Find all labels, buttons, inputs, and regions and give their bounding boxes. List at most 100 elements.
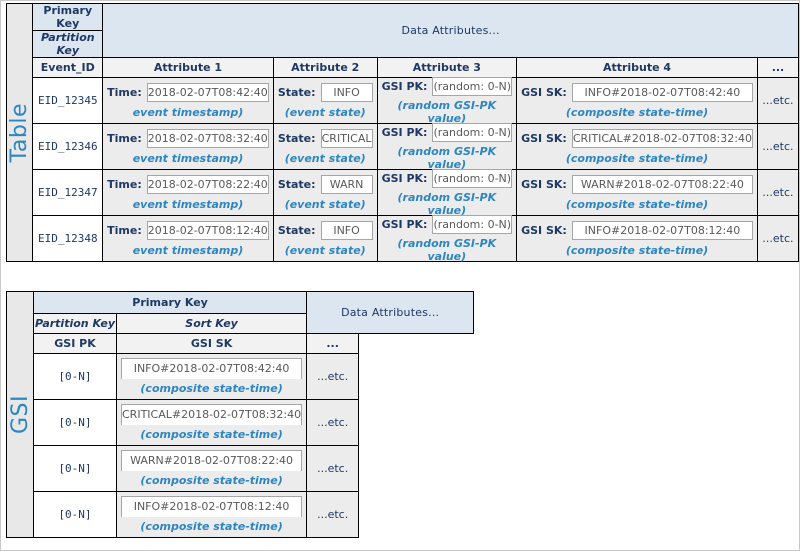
- header-attribute-4: Attribute 4: [516, 57, 758, 78]
- value-gsi-pk: (random: 0-N): [432, 76, 513, 96]
- gsi-header-row-columns: GSI PK GSI SK ...: [7, 333, 474, 354]
- label-state: State:: [277, 86, 316, 99]
- caption-gsi-sk: (composite state-time): [565, 106, 709, 119]
- gsi-row-spacer: [358, 353, 474, 400]
- cell-attribute-2: State: INFO (event state): [272, 77, 378, 124]
- caption-state: (event state): [284, 244, 366, 257]
- value-gsi-sk: INFO#2018-02-07T08:42:40: [571, 83, 753, 102]
- value-state: WARN: [320, 175, 373, 194]
- table-diagram: Table Primary Key Data Attributes... Par…: [5, 3, 800, 263]
- table-side-label: Table: [7, 102, 33, 163]
- table-side-label-cell: Table: [5, 3, 34, 262]
- gsi-row-spacer: [358, 491, 474, 538]
- cell-attribute-1: Time: 2018-02-07T08:12:40 event timestam…: [102, 215, 274, 262]
- cell-attribute-1: Time: 2018-02-07T08:32:40 event timestam…: [102, 123, 274, 170]
- cell-more: ...etc.: [756, 123, 800, 170]
- gsi-row: [0-N] INFO#2018-02-07T08:12:40 (composit…: [7, 491, 474, 538]
- cell-attribute-4: GSI SK: WARN#2018-02-07T08:22:40 (compos…: [516, 169, 758, 216]
- table-row: EID_12345 Time: 2018-02-07T08:42:40 even…: [7, 76, 800, 125]
- cell-attribute-3: GSI PK: (random: 0-N) (random GSI-PK val…: [376, 76, 518, 125]
- gsi-caption-sk: (composite state-time): [140, 428, 283, 441]
- table-row: EID_12348 Time: 2018-02-07T08:12:40 even…: [7, 214, 800, 263]
- cell-attribute-4: GSI SK: INFO#2018-02-07T08:42:40 (compos…: [516, 77, 758, 124]
- caption-gsi-sk: (composite state-time): [565, 244, 709, 257]
- gsi-header-more-columns: ...: [306, 333, 360, 354]
- value-gsi-pk: (random: 0-N): [432, 122, 513, 142]
- caption-gsi-sk: (composite state-time): [565, 198, 709, 211]
- cell-more: ...etc.: [756, 215, 800, 262]
- gsi-table: GSI Primary Key Data Attributes... Parti…: [6, 291, 475, 538]
- value-gsi-pk: (random: 0-N): [432, 168, 513, 188]
- cell-attribute-4: GSI SK: INFO#2018-02-07T08:12:40 (compos…: [516, 215, 758, 262]
- gsi-row-spacer: [358, 445, 474, 492]
- gsi-header-sort-key: Sort Key: [115, 313, 308, 334]
- header-data-attributes: Data Attributes...: [102, 3, 799, 58]
- label-time: Time:: [107, 224, 142, 237]
- label-state: State:: [277, 178, 316, 191]
- gsi-header-data-attributes: Data Attributes...: [306, 291, 475, 334]
- table-row: EID_12346 Time: 2018-02-07T08:32:40 even…: [7, 122, 800, 171]
- gsi-row: [0-N] WARN#2018-02-07T08:22:40 (composit…: [7, 445, 474, 492]
- cell-attribute-2: State: WARN (event state): [272, 169, 378, 216]
- cell-event-id: EID_12346: [32, 123, 104, 170]
- caption-timestamp: event timestamp): [132, 152, 244, 165]
- cell-attribute-1: Time: 2018-02-07T08:22:40 event timestam…: [102, 169, 274, 216]
- value-gsi-sk: CRITICAL#2018-02-07T08:32:40: [571, 129, 753, 148]
- gsi-header-gsi-sk: GSI SK: [115, 333, 308, 354]
- caption-timestamp: event timestamp): [132, 244, 244, 257]
- gsi-cell-more: ...etc.: [306, 445, 360, 492]
- table-header-row-columns: Event_ID Attribute 1 Attribute 2 Attribu…: [7, 57, 800, 78]
- gsi-cell-more: ...etc.: [306, 491, 360, 538]
- gsi-header-spacer: [358, 333, 474, 354]
- gsi-row: [0-N] CRITICAL#2018-02-07T08:32:40 (comp…: [7, 399, 474, 446]
- gsi-cell-sk: INFO#2018-02-07T08:12:40 (composite stat…: [115, 491, 308, 538]
- value-state: CRITICAL: [320, 129, 373, 148]
- label-gsi-sk: GSI SK:: [521, 224, 567, 237]
- gsi-caption-sk: (composite state-time): [140, 382, 283, 395]
- gsi-header-gsi-pk: GSI PK: [33, 333, 117, 354]
- gsi-header-primary-key: Primary Key: [32, 291, 308, 314]
- label-time: Time:: [107, 178, 142, 191]
- caption-gsi-pk: (random GSI-PK value): [397, 190, 497, 217]
- header-primary-key: Primary Key: [32, 3, 104, 31]
- gsi-cell-pk: [0-N]: [33, 445, 117, 492]
- label-time: Time:: [107, 86, 142, 99]
- main-table: Table Primary Key Data Attributes... Par…: [5, 3, 800, 263]
- gsi-value-sk: INFO#2018-02-07T08:42:40: [121, 358, 303, 379]
- value-gsi-sk: WARN#2018-02-07T08:22:40: [571, 175, 753, 194]
- cell-event-id: EID_12348: [32, 215, 104, 262]
- gsi-side-label: GSI: [7, 394, 33, 434]
- caption-state: (event state): [284, 106, 366, 119]
- gsi-cell-sk: INFO#2018-02-07T08:42:40 (composite stat…: [115, 353, 308, 400]
- caption-gsi-pk: (random GSI-PK value): [397, 144, 497, 171]
- value-gsi-pk: (random: 0-N): [432, 214, 513, 234]
- caption-timestamp: event timestamp): [132, 106, 244, 119]
- gsi-header-partition-key: Partition Key: [33, 313, 117, 334]
- label-time: Time:: [107, 132, 142, 145]
- cell-attribute-3: GSI PK: (random: 0-N) (random GSI-PK val…: [376, 214, 518, 263]
- value-time: 2018-02-07T08:12:40: [146, 221, 269, 240]
- gsi-cell-pk: [0-N]: [33, 491, 117, 538]
- gsi-value-sk: WARN#2018-02-07T08:22:40: [121, 450, 303, 471]
- caption-gsi-pk: (random GSI-PK value): [397, 98, 497, 125]
- gsi-caption-sk: (composite state-time): [140, 474, 283, 487]
- label-gsi-pk: GSI PK:: [381, 79, 428, 93]
- cell-attribute-3: GSI PK: (random: 0-N) (random GSI-PK val…: [376, 122, 518, 171]
- table-header-row-primary: Table Primary Key Data Attributes...: [5, 3, 799, 262]
- label-gsi-pk: GSI PK:: [381, 171, 428, 185]
- gsi-caption-sk: (composite state-time): [140, 520, 283, 533]
- header-event-id: Event_ID: [32, 57, 104, 78]
- gsi-cell-sk: CRITICAL#2018-02-07T08:32:40 (composite …: [115, 399, 308, 446]
- gsi-value-sk: CRITICAL#2018-02-07T08:32:40: [121, 404, 303, 425]
- cell-attribute-2: State: INFO (event state): [272, 215, 378, 262]
- gsi-header-row-primary: GSI Primary Key Data Attributes...: [6, 291, 475, 538]
- caption-gsi-pk: (random GSI-PK value): [397, 236, 497, 263]
- label-state: State:: [277, 224, 316, 237]
- gsi-row-spacer: [358, 399, 474, 446]
- cell-more: ...etc.: [756, 77, 800, 124]
- header-attribute-1: Attribute 1: [102, 57, 274, 78]
- cell-attribute-1: Time: 2018-02-07T08:42:40 event timestam…: [102, 77, 274, 124]
- label-gsi-pk: GSI PK:: [381, 125, 428, 139]
- value-time: 2018-02-07T08:42:40: [146, 83, 269, 102]
- cell-attribute-3: GSI PK: (random: 0-N) (random GSI-PK val…: [376, 168, 518, 217]
